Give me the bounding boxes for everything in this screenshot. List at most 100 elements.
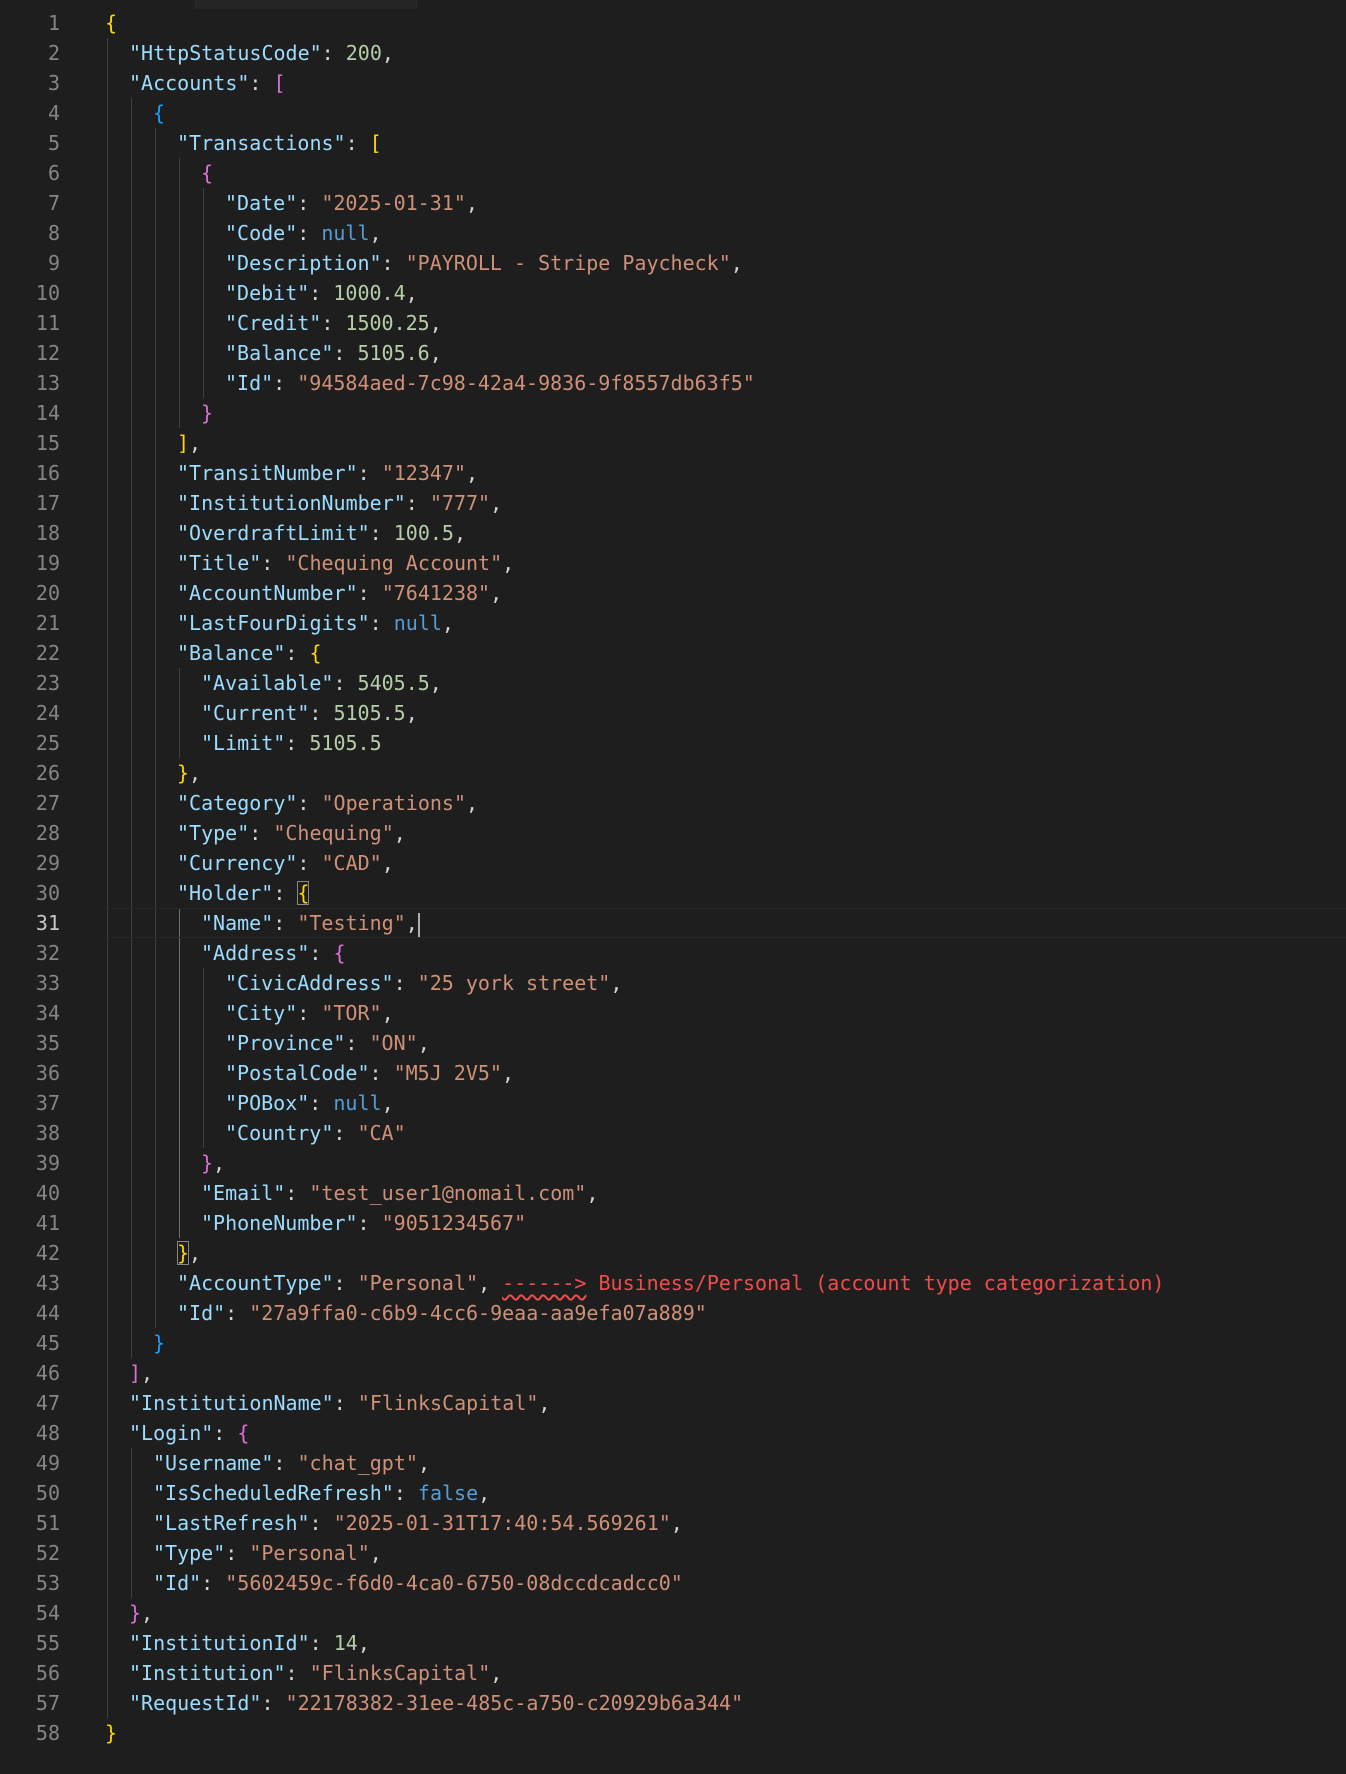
code-token: "Type" bbox=[177, 821, 250, 845]
code-line[interactable]: 10 "Debit": 1000.4, bbox=[0, 278, 1346, 308]
line-number: 1 bbox=[47, 11, 60, 35]
code-line[interactable]: 24 "Current": 5105.5, bbox=[0, 698, 1346, 728]
code-line[interactable]: 5 "Transactions": [ bbox=[0, 128, 1346, 158]
code-line[interactable]: 38 "Country": "CA" bbox=[0, 1118, 1346, 1148]
code-token: : bbox=[405, 491, 430, 515]
code-token: [ bbox=[273, 71, 286, 95]
code-line[interactable]: 17 "InstitutionNumber": "777", bbox=[0, 488, 1346, 518]
code-token: "Personal" bbox=[249, 1541, 370, 1565]
code-text: "Transactions": [ bbox=[177, 128, 382, 158]
code-line[interactable]: 35 "Province": "ON", bbox=[0, 1028, 1346, 1058]
code-token: : bbox=[285, 641, 310, 665]
code-token: "City" bbox=[225, 1001, 298, 1025]
line-number: 3 bbox=[47, 71, 60, 95]
code-line[interactable]: 16 "TransitNumber": "12347", bbox=[0, 458, 1346, 488]
line-number: 34 bbox=[35, 1001, 60, 1025]
code-line[interactable]: 55 "InstitutionId": 14, bbox=[0, 1628, 1346, 1658]
code-token: 1500.25 bbox=[345, 311, 430, 335]
code-line[interactable]: 25 "Limit": 5105.5 bbox=[0, 728, 1346, 758]
code-editor[interactable]: 1{2 "HttpStatusCode": 200, 3 "Accounts": [4… bbox=[0, 0, 1346, 1774]
code-line[interactable]: 15], bbox=[0, 428, 1346, 458]
code-token: "Id" bbox=[153, 1571, 202, 1595]
line-number: 44 bbox=[35, 1301, 60, 1325]
code-token: "Chequing Account" bbox=[285, 551, 503, 575]
code-line[interactable]: 34 "City": "TOR", bbox=[0, 998, 1346, 1028]
code-line[interactable]: 8 "Code": null, bbox=[0, 218, 1346, 248]
code-line[interactable]: 2 "HttpStatusCode": 200, bbox=[0, 38, 1346, 68]
code-token: "OverdraftLimit" bbox=[177, 521, 370, 545]
code-line[interactable]: 42}, bbox=[0, 1238, 1346, 1268]
code-line[interactable]: 41 "PhoneNumber": "9051234567" bbox=[0, 1208, 1346, 1238]
code-token: , bbox=[381, 1001, 394, 1025]
code-line[interactable]: 57 "RequestId": "22178382-31ee-485c-a750-… bbox=[0, 1688, 1346, 1718]
code-line[interactable]: 33 "CivicAddress": "25 york street", bbox=[0, 968, 1346, 998]
line-number: 18 bbox=[35, 521, 60, 545]
code-line[interactable]: 46], bbox=[0, 1358, 1346, 1388]
code-token: , bbox=[466, 791, 479, 815]
code-token: "Country" bbox=[225, 1121, 334, 1145]
code-token: "Code" bbox=[225, 221, 298, 245]
code-line[interactable]: 36 "PostalCode": "M5J 2V5", bbox=[0, 1058, 1346, 1088]
code-token: "FlinksCapital" bbox=[309, 1661, 491, 1685]
code-line[interactable]: 30 "Holder": { bbox=[0, 878, 1346, 908]
code-line[interactable]: 51 "LastRefresh": "2025-01-31T17:40:54.56… bbox=[0, 1508, 1346, 1538]
code-line[interactable]: 27 "Category": "Operations", bbox=[0, 788, 1346, 818]
line-number: 48 bbox=[35, 1421, 60, 1445]
code-line[interactable]: 58} bbox=[0, 1718, 1346, 1748]
code-line[interactable]: 40 "Email": "test_user1@nomail.com", bbox=[0, 1178, 1346, 1208]
line-number: 23 bbox=[35, 671, 60, 695]
code-line[interactable]: 4{ bbox=[0, 98, 1346, 128]
code-line[interactable]: 22 "Balance": { bbox=[0, 638, 1346, 668]
code-line[interactable]: 43 "AccountType": "Personal", ------> Bus… bbox=[0, 1268, 1346, 1298]
code-line[interactable]: 14} bbox=[0, 398, 1346, 428]
code-line[interactable]: 11 "Credit": 1500.25, bbox=[0, 308, 1346, 338]
code-line[interactable]: 32 "Address": { bbox=[0, 938, 1346, 968]
code-line[interactable]: 20 "AccountNumber": "7641238", bbox=[0, 578, 1346, 608]
code-line[interactable]: 45} bbox=[0, 1328, 1346, 1358]
code-line[interactable]: 29 "Currency": "CAD", bbox=[0, 848, 1346, 878]
code-line[interactable]: 52 "Type": "Personal", bbox=[0, 1538, 1346, 1568]
code-token: "Id" bbox=[225, 371, 274, 395]
code-token: ] bbox=[177, 431, 190, 455]
code-text: "Code": null, bbox=[225, 218, 382, 248]
code-line[interactable]: 31 "Name": "Testing", bbox=[0, 908, 1346, 938]
code-token: : bbox=[357, 1211, 382, 1235]
code-token: "LastRefresh" bbox=[153, 1511, 310, 1535]
code-line[interactable]: 50 "IsScheduledRefresh": false, bbox=[0, 1478, 1346, 1508]
code-line[interactable]: 1{ bbox=[0, 8, 1346, 38]
code-token: , bbox=[465, 191, 478, 215]
code-line[interactable]: 53 "Id": "5602459c-f6d0-4ca0-6750-08dccdc… bbox=[0, 1568, 1346, 1598]
line-number: 57 bbox=[35, 1691, 60, 1715]
code-line[interactable]: 18 "OverdraftLimit": 100.5, bbox=[0, 518, 1346, 548]
code-line[interactable]: 39}, bbox=[0, 1148, 1346, 1178]
code-line[interactable]: 54}, bbox=[0, 1598, 1346, 1628]
code-text: "InstitutionNumber": "777", bbox=[177, 488, 502, 518]
code-token: : bbox=[345, 1031, 370, 1055]
code-line[interactable]: 9 "Description": "PAYROLL - Stripe Payche… bbox=[0, 248, 1346, 278]
code-line[interactable]: 13 "Id": "94584aed-7c98-42a4-9836-9f8557d… bbox=[0, 368, 1346, 398]
code-token: "InstitutionName" bbox=[129, 1391, 334, 1415]
line-number: 45 bbox=[35, 1331, 60, 1355]
code-line[interactable]: 47 "InstitutionName": "FlinksCapital", bbox=[0, 1388, 1346, 1418]
code-line[interactable]: 28 "Type": "Chequing", bbox=[0, 818, 1346, 848]
code-token: : bbox=[297, 1001, 322, 1025]
code-line[interactable]: 26}, bbox=[0, 758, 1346, 788]
code-text: "Balance": 5105.6, bbox=[225, 338, 442, 368]
code-text: "City": "TOR", bbox=[225, 998, 394, 1028]
code-line[interactable]: 56 "Institution": "FlinksCapital", bbox=[0, 1658, 1346, 1688]
code-line[interactable]: 6{ bbox=[0, 158, 1346, 188]
code-line[interactable]: 49 "Username": "chat_gpt", bbox=[0, 1448, 1346, 1478]
code-line[interactable]: 48 "Login": { bbox=[0, 1418, 1346, 1448]
code-line[interactable]: 44 "Id": "27a9ffa0-c6b9-4cc6-9eaa-aa9efa0… bbox=[0, 1298, 1346, 1328]
code-line[interactable]: 7 "Date": "2025-01-31", bbox=[0, 188, 1346, 218]
code-line[interactable]: 3 "Accounts": [ bbox=[0, 68, 1346, 98]
code-token: : bbox=[225, 1301, 250, 1325]
code-token: , bbox=[357, 1631, 370, 1655]
code-line[interactable]: 37 "POBox": null, bbox=[0, 1088, 1346, 1118]
code-line[interactable]: 21 "LastFourDigits": null, bbox=[0, 608, 1346, 638]
code-line[interactable]: 23 "Available": 5405.5, bbox=[0, 668, 1346, 698]
code-line[interactable]: 12 "Balance": 5105.6, bbox=[0, 338, 1346, 368]
code-token: : bbox=[333, 1391, 358, 1415]
code-token: : bbox=[309, 1091, 334, 1115]
code-line[interactable]: 19 "Title": "Chequing Account", bbox=[0, 548, 1346, 578]
